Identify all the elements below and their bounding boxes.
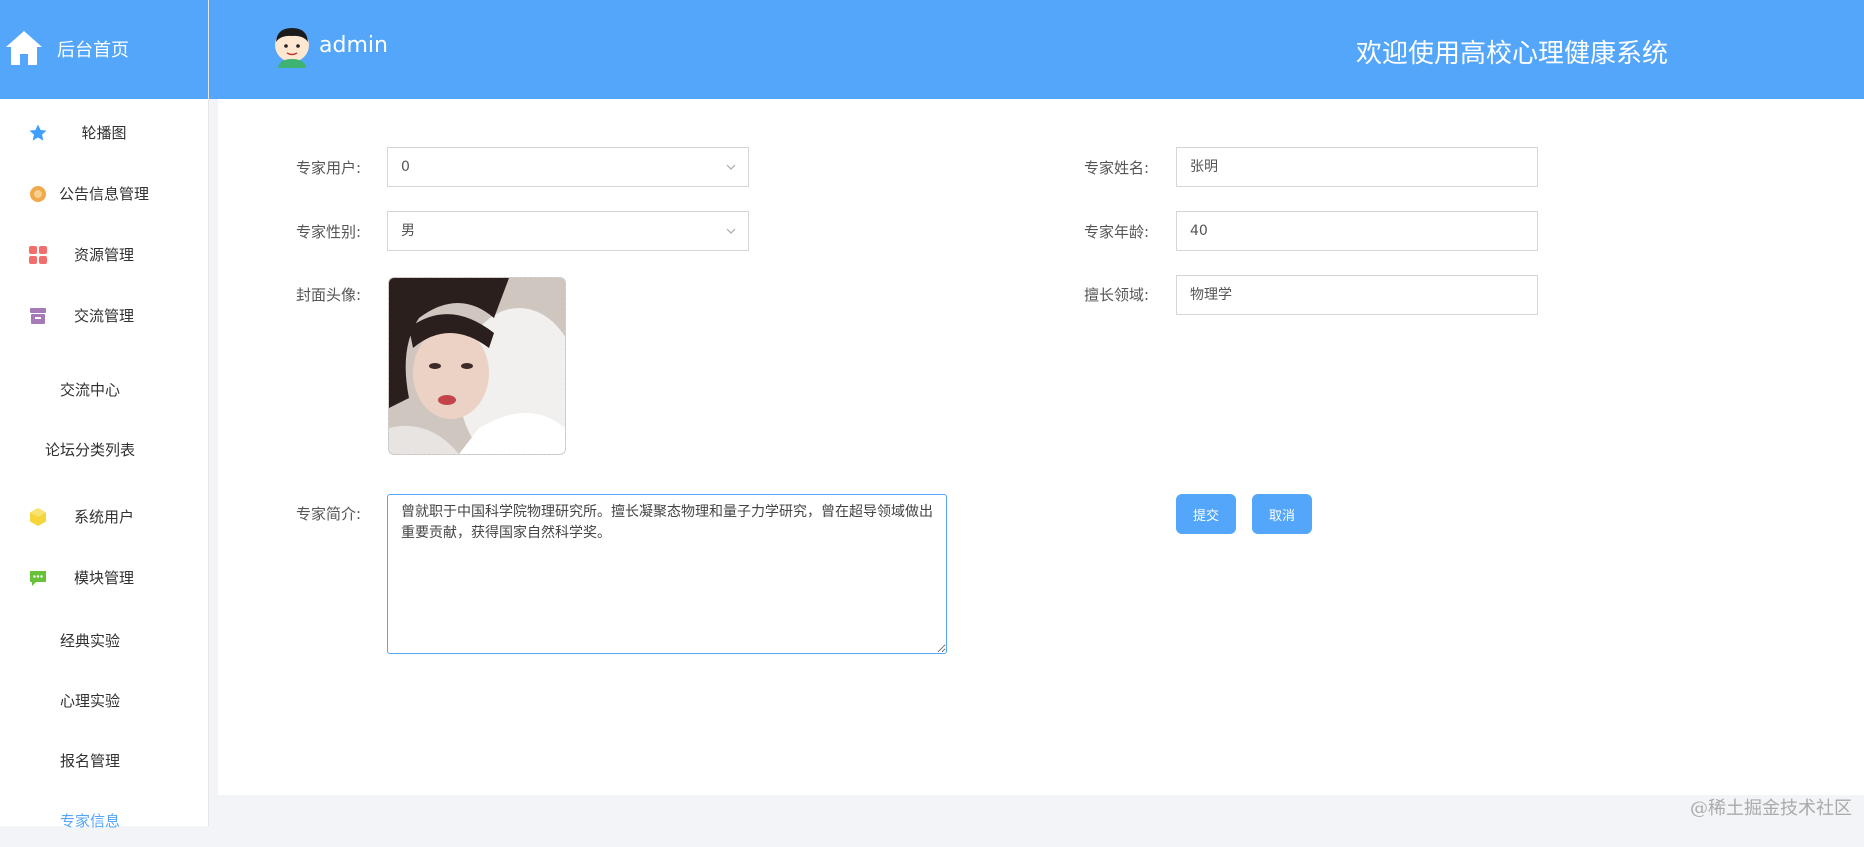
expert-user-value: 0	[401, 159, 410, 175]
sidebar-item-psych-experiments[interactable]: 心理实验	[0, 675, 180, 727]
expert-form: 专家用户: 0 专家姓名: 张明 专家性别: 男 专家年龄: 40 封面头像:	[218, 99, 1864, 795]
home-icon	[6, 31, 42, 65]
welcome-title: 欢迎使用高校心理健康系统	[1355, 39, 1668, 69]
sidebar-item-modules[interactable]: 模块管理	[0, 553, 208, 605]
sidebar-item-label: 交流中心	[59, 381, 120, 399]
sidebar-item-classic-experiments[interactable]: 经典实验	[0, 615, 180, 667]
sidebar-item-label: 公告信息管理	[58, 185, 149, 203]
sidebar-item-label: 报名管理	[59, 752, 120, 770]
sidebar-item-registration[interactable]: 报名管理	[0, 735, 180, 787]
expert-gender-value: 男	[401, 223, 415, 239]
cover-avatar-label: 封面头像:	[296, 286, 362, 304]
sidebar-item-label: 心理实验	[59, 692, 120, 710]
username: admin	[319, 33, 388, 58]
chevron-down-icon	[726, 164, 736, 170]
expert-gender-label: 专家性别:	[296, 223, 362, 241]
submit-button[interactable]: 提交	[1176, 494, 1236, 534]
sidebar-item-notice[interactable]: 公告信息管理	[0, 169, 208, 221]
expert-age-field[interactable]: 40	[1176, 211, 1538, 251]
sidebar-item-carousel[interactable]: 轮播图	[0, 108, 208, 160]
brand-label: 后台首页	[57, 40, 129, 61]
sidebar-item-label: 经典实验	[59, 632, 120, 650]
expert-name-field[interactable]: 张明	[1176, 147, 1538, 187]
sidebar-item-system-users[interactable]: 系统用户	[0, 492, 208, 544]
expert-age-label: 专家年龄:	[1084, 223, 1150, 241]
cancel-button[interactable]: 取消	[1252, 494, 1312, 534]
sidebar-item-label: 资源管理	[73, 246, 134, 264]
sidebar-item-label: 系统用户	[73, 508, 134, 526]
chevron-down-icon	[726, 228, 736, 234]
intro-textarea[interactable]: 曾就职于中国科学院物理研究所。擅长凝聚态物理和量子力学研究，曾在超导领域做出重要…	[387, 494, 947, 654]
sidebar-item-label: 模块管理	[73, 569, 134, 587]
expert-name-label: 专家姓名:	[1084, 159, 1150, 177]
expert-user-select[interactable]: 0	[387, 147, 749, 187]
sidebar-item-label: 论坛分类列表	[44, 441, 135, 459]
expert-age-value: 40	[1190, 223, 1208, 239]
expert-gender-select[interactable]: 男	[387, 211, 749, 251]
expertise-field[interactable]: 物理学	[1176, 275, 1538, 315]
expert-user-label: 专家用户:	[296, 159, 362, 177]
watermark: @稀土掘金技术社区	[1690, 798, 1852, 819]
sidebar: 后台首页 轮播图 公告信息管理 资源管理 交流管理 交流中心 论坛分类列表 系统…	[0, 0, 209, 830]
avatar-upload[interactable]	[388, 277, 566, 455]
sidebar-item-resources[interactable]: 资源管理	[0, 230, 208, 282]
expert-name-value: 张明	[1190, 159, 1218, 175]
sidebar-item-expert-info[interactable]: 专家信息	[0, 795, 180, 847]
top-header: admin 欢迎使用高校心理健康系统	[209, 0, 1864, 99]
sidebar-item-communication[interactable]: 交流管理	[0, 291, 208, 343]
brand-home-link[interactable]: 后台首页	[0, 0, 208, 99]
sidebar-item-label: 专家信息	[59, 812, 120, 830]
intro-label: 专家简介:	[296, 505, 362, 523]
sidebar-item-label: 轮播图	[81, 124, 127, 142]
avatar[interactable]	[273, 26, 311, 68]
sidebar-item-exchange-center[interactable]: 交流中心	[0, 364, 180, 416]
sidebar-item-label: 交流管理	[73, 307, 134, 325]
avatar-image	[389, 278, 565, 454]
expertise-value: 物理学	[1190, 287, 1232, 303]
sidebar-item-forum-categories[interactable]: 论坛分类列表	[0, 424, 180, 476]
expertise-label: 擅长领域:	[1084, 286, 1150, 304]
